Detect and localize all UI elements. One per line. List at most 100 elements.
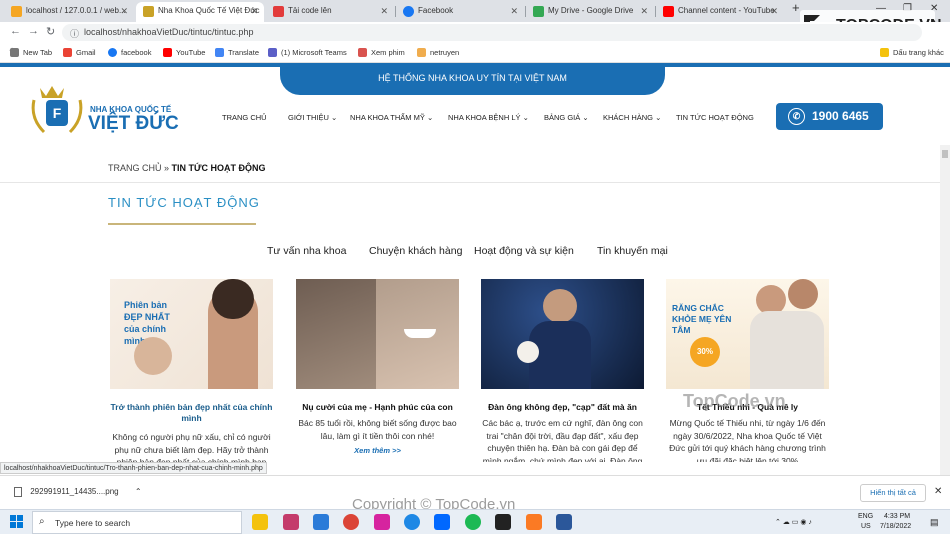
article-desc: Mừng Quốc tế Thiếu nhi, từ ngày 1/6 đến … — [669, 418, 826, 462]
globe-icon — [10, 48, 19, 57]
bookmark-teams[interactable]: (1) Microsoft Teams — [268, 47, 347, 58]
article-image[interactable]: RĂNG CHẮC KHỎE MẸ YÊN TÂM 30% — [666, 279, 829, 389]
zalo-icon[interactable] — [434, 514, 450, 530]
tab-label: Channel content - YouTube — [678, 6, 775, 15]
article-title[interactable]: Đàn ông không đẹp, "cạp" đất mà ăn — [481, 402, 644, 413]
notification-icon[interactable]: ▤ — [930, 517, 939, 528]
article-image[interactable] — [481, 279, 644, 389]
bookmark-new-tab[interactable]: New Tab — [10, 47, 52, 58]
tab-upload[interactable]: Tải code lên ✕ — [266, 2, 394, 22]
tray-icons[interactable]: ⌃ ☁ ▭ ◉ ♪ — [775, 518, 812, 526]
title-underline — [108, 223, 256, 225]
menu-khach-hang[interactable]: KHÁCH HÀNG ⌄ — [603, 113, 661, 122]
gmail-icon — [63, 48, 72, 57]
article-image[interactable]: Phiên bản ĐẸP NHẤT của chính mình — [110, 279, 273, 389]
file-explorer-icon[interactable] — [252, 514, 268, 530]
forward-icon[interactable]: → — [28, 25, 39, 37]
smile-shape — [404, 329, 436, 338]
menu-gioi-thieu[interactable]: GIỚI THIỆU ⌄ — [288, 113, 337, 122]
other-bookmarks[interactable]: Dấu trang khác — [880, 47, 944, 58]
close-icon[interactable]: ✕ — [770, 2, 778, 20]
article-card[interactable]: Nụ cười của mẹ - Hạnh phúc của con Bác 8… — [296, 279, 459, 462]
chevron-up-icon[interactable]: ⌃ — [135, 487, 142, 496]
article-image[interactable] — [296, 279, 459, 389]
article-card[interactable]: Phiên bản ĐẸP NHẤT của chính mình Trở th… — [110, 279, 273, 462]
breadcrumb-separator: » — [164, 163, 170, 173]
phpmyadmin-icon — [11, 6, 22, 17]
taskbar-search[interactable]: ⌕ Type here to search — [32, 511, 242, 534]
menu-trang-chu[interactable]: TRANG CHỦ — [222, 113, 267, 122]
site-header: HỆ THỐNG NHA KHOA UY TÍN TẠI VIỆT NAM F … — [0, 63, 950, 155]
back-icon[interactable]: ← — [10, 25, 21, 37]
close-icon[interactable]: ✕ — [380, 2, 388, 20]
breadcrumb: TRANG CHỦ » TIN TỨC HOẠT ĐỘNG — [108, 163, 266, 173]
bookmark-facebook[interactable]: facebook — [108, 47, 151, 58]
messenger-icon[interactable] — [404, 514, 420, 530]
article-card[interactable]: RĂNG CHẮC KHỎE MẸ YÊN TÂM 30% Tết Thiếu … — [666, 279, 829, 462]
tab-facebook[interactable]: Facebook ✕ — [396, 2, 524, 22]
read-more-link[interactable]: Xem thêm >> — [296, 446, 459, 455]
before-photo — [296, 279, 376, 389]
terminal-icon[interactable] — [495, 514, 511, 530]
article-card[interactable]: Đàn ông không đẹp, "cạp" đất mà ăn Các b… — [481, 279, 644, 462]
phone-icon: ✆ — [788, 108, 805, 125]
vscode-icon[interactable] — [313, 514, 329, 530]
divider — [0, 182, 940, 183]
lang-code[interactable]: ENG — [858, 513, 873, 520]
clock-time[interactable]: 4:33 PM — [884, 513, 910, 520]
new-tab-button[interactable]: + — [792, 0, 800, 15]
scrollbar-thumb[interactable] — [942, 150, 948, 158]
spotify-icon[interactable] — [465, 514, 481, 530]
bookmark-netruyen[interactable]: netruyen — [417, 47, 459, 58]
reload-icon[interactable]: ↻ — [46, 25, 55, 38]
instagram-icon[interactable] — [374, 514, 390, 530]
category-hoat-dong[interactable]: Hoạt động và sự kiện — [474, 245, 574, 257]
tab-vietduc[interactable]: Nha Khoa Quốc Tế Việt Đức ✕ — [136, 2, 264, 22]
father-head — [788, 279, 818, 309]
menu-tin-tuc[interactable]: TIN TỨC HOẠT ĐỘNG — [676, 113, 754, 122]
book-icon — [417, 48, 426, 57]
clock-date: 7/18/2022 — [880, 523, 912, 530]
breadcrumb-home[interactable]: TRANG CHỦ — [108, 163, 162, 173]
hotline-button[interactable]: ✆ 1900 6465 — [776, 103, 883, 130]
omnibox[interactable]: ⓘ localhost/nhakhoaVietDuc/tintuc/tintuc… — [62, 24, 922, 41]
article-title[interactable]: Trở thành phiên bản đẹp nhất của chính m… — [110, 402, 273, 424]
bookmark-label: YouTube — [176, 48, 206, 57]
tab-phpmyadmin[interactable]: localhost / 127.0.0.1 / web... ✕ — [4, 2, 134, 22]
site-logo[interactable]: F NHA KHOA QUỐC TẾ VIỆT ĐỨC — [28, 78, 193, 143]
movie-icon — [358, 48, 367, 57]
chrome-icon[interactable] — [343, 514, 359, 530]
close-icon[interactable]: ✕ — [250, 2, 258, 20]
article-title[interactable]: Nụ cười của mẹ - Hạnh phúc của con — [296, 402, 459, 413]
youtube-icon — [663, 6, 674, 17]
bookmark-youtube[interactable]: YouTube — [163, 47, 205, 58]
category-tu-van[interactable]: Tư vấn nha khoa — [267, 245, 346, 257]
tab-drive[interactable]: My Drive - Google Drive ✕ — [526, 2, 654, 22]
download-item[interactable]: 292991911_14435....png ⌃ — [14, 487, 142, 497]
page-title: TIN TỨC HOẠT ĐỘNG — [108, 195, 260, 210]
tab-youtube[interactable]: Channel content - YouTube ✕ — [656, 2, 784, 22]
bookmark-xem-phim[interactable]: Xem phim — [358, 47, 405, 58]
bookmark-gmail[interactable]: Gmail — [63, 47, 96, 58]
menu-nha-khoa-tham-my[interactable]: NHA KHOA THẨM MỸ ⌄ — [350, 113, 433, 122]
top-banner-text: HỆ THỐNG NHA KHOA UY TÍN TẠI VIỆT NAM — [378, 73, 567, 83]
category-khuyen-mai[interactable]: Tin khuyến mại — [597, 245, 668, 257]
app-icon[interactable] — [283, 514, 299, 530]
word-icon[interactable] — [556, 514, 572, 530]
xampp-icon[interactable] — [526, 514, 542, 530]
page-scrollbar[interactable] — [940, 145, 950, 475]
category-chuyen-khach-hang[interactable]: Chuyện khách hàng — [369, 245, 462, 257]
menu-nha-khoa-benh-ly[interactable]: NHA KHOA BỆNH LÝ ⌄ — [448, 113, 529, 122]
bookmark-translate[interactable]: Translate — [215, 47, 259, 58]
close-icon[interactable]: ✕ — [120, 2, 128, 20]
laurel-tooth-icon: F — [31, 86, 83, 134]
info-icon[interactable]: ⓘ — [70, 27, 79, 40]
windows-start-icon[interactable] — [10, 515, 24, 529]
show-all-downloads-button[interactable]: Hiển thị tất cả — [860, 484, 926, 502]
menu-label: NHA KHOA BỆNH LÝ — [448, 113, 521, 122]
bookmarks-bar: ⁘ New Tab Gmail facebook YouTube Transla… — [0, 43, 950, 63]
close-icon[interactable]: ✕ — [640, 2, 648, 20]
menu-bang-gia[interactable]: BẢNG GIÁ ⌄ — [544, 113, 589, 122]
close-icon[interactable]: ✕ — [510, 2, 518, 20]
close-icon[interactable]: ✕ — [934, 486, 942, 497]
